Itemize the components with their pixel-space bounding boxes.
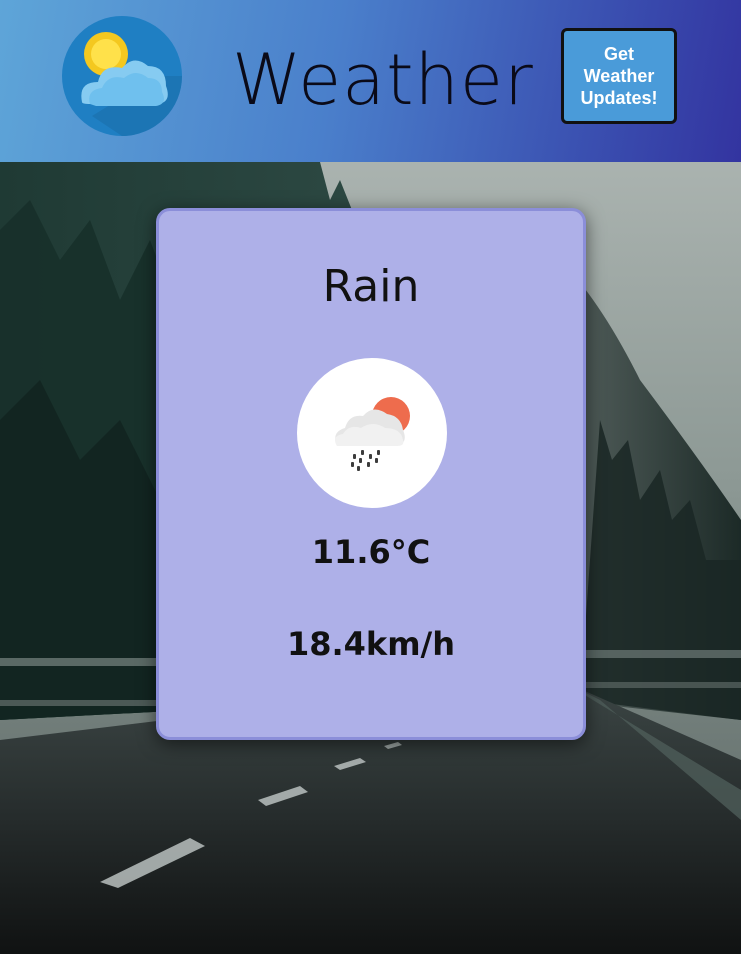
app-title: Weather — [232, 39, 534, 121]
sun-cloud-logo-icon — [62, 16, 182, 136]
weather-condition: Rain — [322, 261, 420, 312]
app-header: Weather Get Weather Updates! — [0, 0, 741, 162]
weather-card: Rain 11.6°C 18.4km/h — [156, 208, 586, 740]
temperature-value: 11.6°C — [311, 533, 431, 571]
weather-icon-container — [297, 358, 447, 508]
wind-speed-value: 18.4km/h — [286, 625, 456, 663]
get-weather-updates-button[interactable]: Get Weather Updates! — [561, 28, 677, 124]
rain-sun-icon — [335, 397, 410, 471]
